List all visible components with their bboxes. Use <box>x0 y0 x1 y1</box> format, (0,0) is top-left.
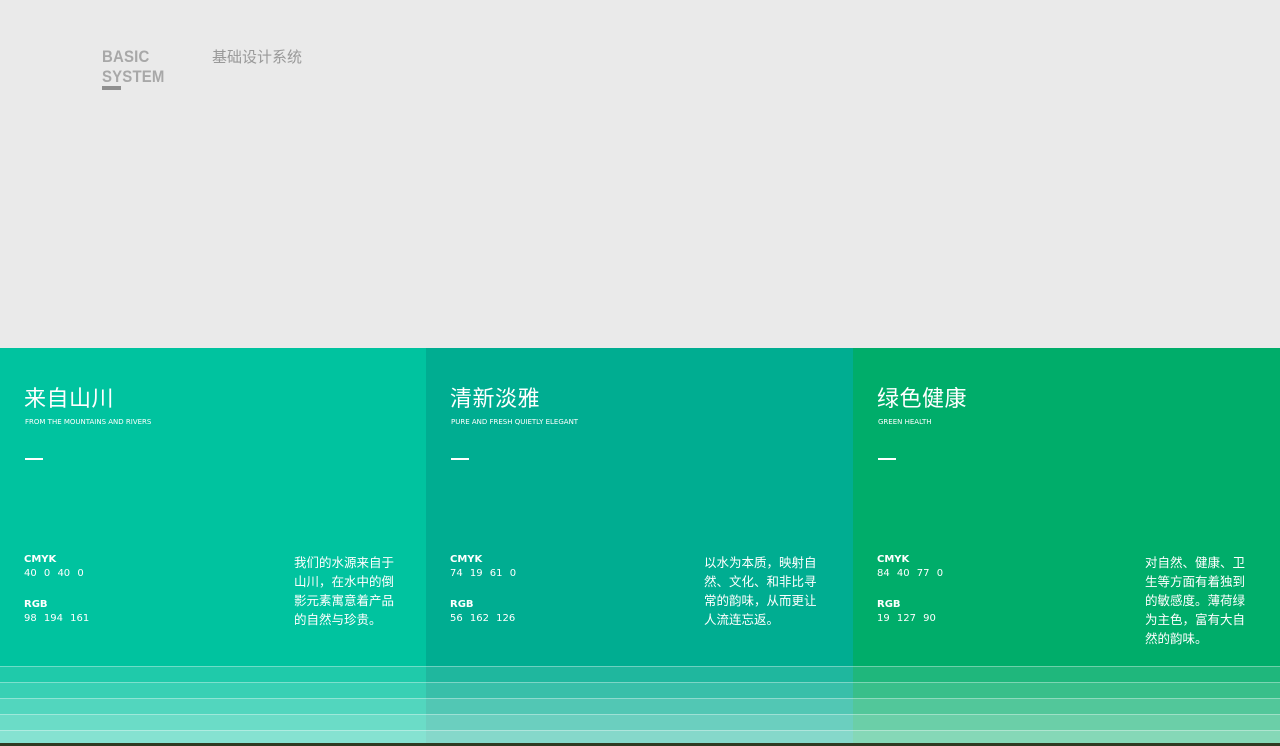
tint-bar <box>853 682 1280 698</box>
rgb-spec: RGB 19 127 90 <box>877 598 936 626</box>
tint-bar <box>0 714 426 730</box>
panel-title: 清新淡雅 <box>450 387 541 412</box>
header-divider <box>102 86 121 90</box>
tint-bar <box>0 666 426 682</box>
tint-bar <box>426 714 853 730</box>
rgb-label: RGB <box>877 599 901 610</box>
tint-bar <box>853 666 1280 682</box>
tint-bars <box>0 666 426 746</box>
rgb-value: 56 162 126 <box>450 613 516 624</box>
rgb-value: 19 127 90 <box>877 613 936 624</box>
rgb-label: RGB <box>24 599 48 610</box>
rgb-value: 98 194 161 <box>24 613 90 624</box>
panel-divider <box>451 458 469 460</box>
color-panel-mountains: 来自山川 FROM THE MOUNTAINS AND RIVERS CMYK … <box>0 348 426 746</box>
cmyk-spec: CMYK 40 0 40 0 <box>24 553 84 581</box>
tint-bar <box>0 682 426 698</box>
cmyk-spec: CMYK 74 19 61 0 <box>450 553 516 581</box>
panel-subtitle: PURE AND FRESH QUIETLY ELEGANT <box>451 418 579 426</box>
panel-divider <box>25 458 43 460</box>
panel-description: 我们的水源来自于山川，在水中的倒影元素寓意着产品的自然与珍贵。 <box>294 555 395 627</box>
tint-bar <box>0 698 426 714</box>
rgb-spec: RGB 56 162 126 <box>450 598 515 626</box>
color-panel-green-health: 绿色健康 GREEN HEALTH CMYK 84 40 77 0 RGB 19… <box>853 348 1280 746</box>
color-panel-elegant: 清新淡雅 PURE AND FRESH QUIETLY ELEGANT CMYK… <box>426 348 853 746</box>
panel-subtitle: FROM THE MOUNTAINS AND RIVERS <box>25 418 152 426</box>
panel-title: 绿色健康 <box>877 387 968 412</box>
brand-title-en: BASIC SYSTEM <box>102 47 165 86</box>
tint-bar <box>426 666 853 682</box>
brand-title-cn: 基础设计系统 <box>212 48 303 66</box>
panel-description: 对自然、健康、卫生等方面有着独到的敏感度。薄荷绿为主色，富有大自然的韵味。 <box>1145 555 1246 646</box>
panel-description: 以水为本质，映射自然、文化、和非比寻常的韵味，从而更让人流连忘返。 <box>704 555 817 627</box>
cmyk-value: 74 19 61 0 <box>450 568 517 579</box>
color-panels: 来自山川 FROM THE MOUNTAINS AND RIVERS CMYK … <box>0 348 1280 746</box>
rgb-spec: RGB 98 194 161 <box>24 598 89 626</box>
tint-bar <box>426 682 853 698</box>
tint-bar <box>853 714 1280 730</box>
cmyk-value: 40 0 40 0 <box>24 568 84 579</box>
page-header: BASIC SYSTEM 基础设计系统 <box>102 46 303 86</box>
cmyk-label: CMYK <box>877 554 910 565</box>
cmyk-value: 84 40 77 0 <box>877 568 944 579</box>
tint-bars <box>426 666 853 746</box>
panel-divider <box>878 458 896 460</box>
panel-subtitle: GREEN HEALTH <box>878 418 932 426</box>
cmyk-label: CMYK <box>24 554 57 565</box>
rgb-label: RGB <box>450 599 474 610</box>
cmyk-label: CMYK <box>450 554 483 565</box>
cmyk-spec: CMYK 84 40 77 0 <box>877 553 943 581</box>
tint-bar <box>853 698 1280 714</box>
tint-bars <box>853 666 1280 746</box>
panel-title: 来自山川 <box>24 387 115 412</box>
tint-bar <box>426 698 853 714</box>
